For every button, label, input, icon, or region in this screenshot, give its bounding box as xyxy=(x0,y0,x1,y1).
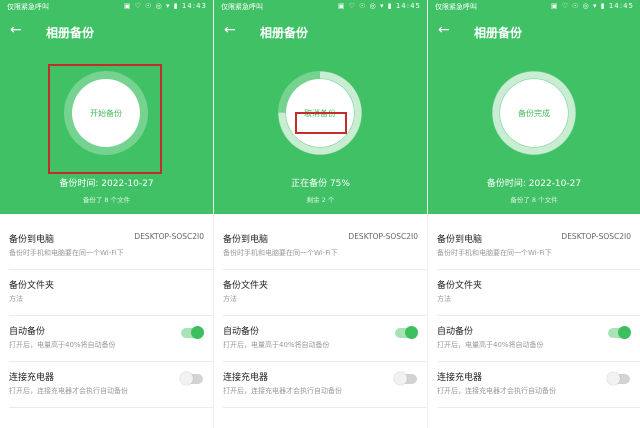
backup-complete-label: 备份完成 xyxy=(518,108,550,118)
status-bar: 仅限紧急呼叫 ▣ ♡ ☉ ◎ ▾ ▮ 14:43 xyxy=(0,0,213,13)
setting-desc: 打开后，连接充电器才会执行自动备份 xyxy=(437,387,556,395)
status-bar: 仅限紧急呼叫 ▣ ♡ ☉ ◎ ▾ ▮ 14:45 xyxy=(214,0,427,13)
settings-list: 备份到电脑 DESKTOP-SOSC2I0 备份时手机和电脑要在同一个Wi-Fi… xyxy=(214,224,427,408)
setting-desc: 打开后，连接充电器才会执行自动备份 xyxy=(9,387,128,395)
setting-label: 备份到电脑 xyxy=(9,235,55,245)
auto-backup-toggle[interactable] xyxy=(181,326,204,339)
setting-backup-folder[interactable]: 备份文件夹 方法 xyxy=(428,270,640,316)
setting-value: DESKTOP-SOSC2I0 xyxy=(348,232,418,241)
carrier-text: 仅限紧急呼叫 xyxy=(435,3,477,11)
page-title: 相册备份 xyxy=(474,26,523,40)
carrier-text: 仅限紧急呼叫 xyxy=(7,3,49,11)
back-arrow-icon[interactable]: ← xyxy=(224,22,236,38)
clock: 14:43 xyxy=(181,2,207,10)
setting-label: 备份文件夹 xyxy=(223,281,269,291)
setting-charger: 连接充电器 打开后，连接充电器才会执行自动备份 xyxy=(214,362,427,408)
status-icons: ▣ ♡ ☉ ◎ ▾ ▮ 14:45 xyxy=(551,2,634,10)
highlight-box xyxy=(295,112,347,134)
back-arrow-icon[interactable]: ← xyxy=(438,22,450,38)
progress-ring: 备份完成 xyxy=(492,71,576,155)
divider xyxy=(437,407,640,408)
backup-file-count: 备份了 8 个文件 xyxy=(82,196,131,204)
toggle-knob xyxy=(618,326,631,339)
screen-start: 仅限紧急呼叫 ▣ ♡ ☉ ◎ ▾ ▮ 14:43 ← 相册备份 开始备份 备份时… xyxy=(0,0,213,428)
setting-label: 备份到电脑 xyxy=(437,235,483,245)
setting-desc: 打开后，电量高于40%将自动备份 xyxy=(9,341,116,349)
setting-backup-to-pc[interactable]: 备份到电脑 DESKTOP-SOSC2I0 备份时手机和电脑要在同一个Wi-Fi… xyxy=(428,224,640,270)
clock: 14:45 xyxy=(608,2,634,10)
hero-panel: 仅限紧急呼叫 ▣ ♡ ☉ ◎ ▾ ▮ 14:43 ← 相册备份 开始备份 备份时… xyxy=(0,0,213,214)
setting-label: 备份到电脑 xyxy=(223,235,269,245)
screens-container: 仅限紧急呼叫 ▣ ♡ ☉ ◎ ▾ ▮ 14:43 ← 相册备份 开始备份 备份时… xyxy=(0,0,640,428)
charger-toggle[interactable] xyxy=(180,372,203,385)
setting-desc: 备份时手机和电脑要在同一个Wi-Fi下 xyxy=(223,249,338,257)
backup-remaining: 剩余 2 个 xyxy=(306,196,335,204)
status-icons: ▣ ♡ ☉ ◎ ▾ ▮ 14:45 xyxy=(338,2,421,10)
status-icons-glyphs: ▣ ♡ ☉ ◎ ▾ ▮ xyxy=(123,2,179,10)
setting-desc: 打开后，电量高于40%将自动备份 xyxy=(223,341,330,349)
setting-desc: 打开后，电量高于40%将自动备份 xyxy=(437,341,544,349)
backup-time: 备份时间: 2022-10-27 xyxy=(486,179,582,189)
backup-file-count: 备份了 8 个文件 xyxy=(510,196,558,204)
toggle-knob xyxy=(607,372,620,385)
auto-backup-toggle[interactable] xyxy=(395,326,418,339)
page-title: 相册备份 xyxy=(260,26,309,40)
screen-in-progress: 仅限紧急呼叫 ▣ ♡ ☉ ◎ ▾ ▮ 14:45 ← 相册备份 取消备份 正在备… xyxy=(214,0,427,428)
setting-backup-folder[interactable]: 备份文件夹 方法 xyxy=(0,270,213,316)
settings-list: 备份到电脑 DESKTOP-SOSC2I0 备份时手机和电脑要在同一个Wi-Fi… xyxy=(428,224,640,408)
setting-label: 自动备份 xyxy=(9,327,46,337)
status-icons: ▣ ♡ ☉ ◎ ▾ ▮ 14:43 xyxy=(124,2,207,10)
status-bar: 仅限紧急呼叫 ▣ ♡ ☉ ◎ ▾ ▮ 14:45 xyxy=(428,0,640,13)
setting-charger: 连接充电器 打开后，连接充电器才会执行自动备份 xyxy=(428,362,640,408)
settings-list: 备份到电脑 DESKTOP-SOSC2I0 备份时手机和电脑要在同一个Wi-Fi… xyxy=(0,224,213,408)
setting-desc: 方法 xyxy=(9,295,23,303)
setting-label: 自动备份 xyxy=(223,327,260,337)
toggle-knob xyxy=(191,326,204,339)
setting-label: 自动备份 xyxy=(437,327,474,337)
setting-backup-folder[interactable]: 备份文件夹 方法 xyxy=(214,270,427,316)
setting-auto-backup: 自动备份 打开后，电量高于40%将自动备份 xyxy=(214,316,427,362)
carrier-text: 仅限紧急呼叫 xyxy=(221,3,263,11)
setting-desc: 打开后，连接充电器才会执行自动备份 xyxy=(223,387,342,395)
hero-panel: 仅限紧急呼叫 ▣ ♡ ☉ ◎ ▾ ▮ 14:45 ← 相册备份 备份完成 备份时… xyxy=(428,0,640,214)
setting-value: DESKTOP-SOSC2I0 xyxy=(134,232,204,241)
divider xyxy=(223,407,427,408)
setting-desc: 备份时手机和电脑要在同一个Wi-Fi下 xyxy=(437,249,552,257)
charger-toggle[interactable] xyxy=(607,372,630,385)
setting-auto-backup: 自动备份 打开后，电量高于40%将自动备份 xyxy=(428,316,640,362)
backup-progress-text: 正在备份 75% xyxy=(291,179,350,189)
setting-label: 连接充电器 xyxy=(9,373,55,383)
app-bar: ← 相册备份 xyxy=(0,20,213,44)
backup-time: 备份时间: 2022-10-27 xyxy=(59,179,154,189)
setting-backup-to-pc[interactable]: 备份到电脑 DESKTOP-SOSC2I0 备份时手机和电脑要在同一个Wi-Fi… xyxy=(214,224,427,270)
status-icons-glyphs: ▣ ♡ ☉ ◎ ▾ ▮ xyxy=(337,2,393,10)
highlight-box xyxy=(48,64,162,174)
setting-label: 备份文件夹 xyxy=(9,281,55,291)
setting-label: 备份文件夹 xyxy=(437,281,483,291)
toggle-knob xyxy=(180,372,193,385)
screen-complete: 仅限紧急呼叫 ▣ ♡ ☉ ◎ ▾ ▮ 14:45 ← 相册备份 备份完成 备份时… xyxy=(428,0,640,428)
setting-desc: 方法 xyxy=(223,295,237,303)
page-title: 相册备份 xyxy=(46,26,95,40)
setting-label: 连接充电器 xyxy=(223,373,269,383)
setting-value: DESKTOP-SOSC2I0 xyxy=(561,232,631,241)
app-bar: ← 相册备份 xyxy=(428,20,640,44)
setting-label: 连接充电器 xyxy=(437,373,483,383)
auto-backup-toggle[interactable] xyxy=(608,326,631,339)
back-arrow-icon[interactable]: ← xyxy=(10,22,22,38)
setting-auto-backup: 自动备份 打开后，电量高于40%将自动备份 xyxy=(0,316,213,362)
setting-charger: 连接充电器 打开后，连接充电器才会执行自动备份 xyxy=(0,362,213,408)
app-bar: ← 相册备份 xyxy=(214,20,427,44)
status-icons-glyphs: ▣ ♡ ☉ ◎ ▾ ▮ xyxy=(550,2,606,10)
setting-backup-to-pc[interactable]: 备份到电脑 DESKTOP-SOSC2I0 备份时手机和电脑要在同一个Wi-Fi… xyxy=(0,224,213,270)
setting-desc: 备份时手机和电脑要在同一个Wi-Fi下 xyxy=(9,249,124,257)
divider xyxy=(9,407,213,408)
backup-complete-indicator: 备份完成 xyxy=(500,79,568,147)
hero-panel: 仅限紧急呼叫 ▣ ♡ ☉ ◎ ▾ ▮ 14:45 ← 相册备份 取消备份 正在备… xyxy=(214,0,427,214)
setting-desc: 方法 xyxy=(437,295,451,303)
toggle-knob xyxy=(405,326,418,339)
clock: 14:45 xyxy=(395,2,421,10)
toggle-knob xyxy=(394,372,407,385)
charger-toggle[interactable] xyxy=(394,372,417,385)
